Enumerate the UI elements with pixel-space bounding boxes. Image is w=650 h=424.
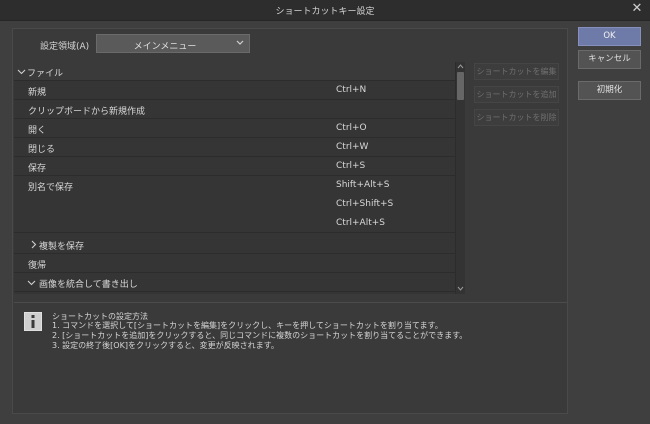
command-name: 別名で保存 <box>28 183 74 193</box>
shortcut-tree[interactable]: ファイル 新規 Ctrl+N クリップボードから新規作成 開く Ctrl+O 閉… <box>14 62 455 294</box>
tree-row[interactable]: 新規 Ctrl+N <box>14 81 455 100</box>
command-shortcut: Shift+Alt+S <box>336 180 390 190</box>
delete-shortcut-button[interactable]: ショートカットを削除 <box>474 109 559 126</box>
ok-button[interactable]: OK <box>578 27 641 46</box>
tree-row[interactable]: 別名で保存 Shift+Alt+S <box>14 176 455 195</box>
command-shortcut: Ctrl+W <box>336 142 369 152</box>
command-name: 複製を保存 <box>39 242 85 252</box>
tree-row[interactable]: Ctrl+Shift+S <box>14 195 455 214</box>
window-title: ショートカットキー設定 <box>275 7 375 17</box>
settings-area-select[interactable]: メインメニュー <box>96 34 250 53</box>
scroll-thumb[interactable] <box>457 72 464 100</box>
command-name: 開く <box>28 126 47 136</box>
reset-button[interactable]: 初期化 <box>578 81 641 100</box>
tree-row[interactable]: Ctrl+Alt+S <box>14 214 455 233</box>
edit-shortcut-button[interactable]: ショートカットを編集 <box>474 63 559 80</box>
command-shortcut: Ctrl+N <box>336 85 367 95</box>
tree-row[interactable]: 閉じる Ctrl+W <box>14 138 455 157</box>
tree-row[interactable]: 復帰 <box>14 254 455 273</box>
add-shortcut-button[interactable]: ショートカットを追加 <box>474 86 559 103</box>
settings-area-value: メインメニュー <box>133 42 197 52</box>
help-line: 3. 設定の終了後[OK]をクリックすると、変更が反映されます。 <box>52 341 279 350</box>
tree-scrollbar[interactable] <box>455 62 465 294</box>
chevron-down-icon[interactable] <box>17 66 26 77</box>
settings-area-label: 設定領域(A) <box>40 42 90 52</box>
command-shortcut: Ctrl+Shift+S <box>336 199 394 209</box>
command-shortcut: Ctrl+Alt+S <box>336 218 385 228</box>
chevron-down-icon <box>236 40 244 45</box>
command-name: 画像を統合して書き出し <box>39 280 138 290</box>
command-name: 新規 <box>28 88 47 98</box>
tree-category-file[interactable]: ファイル <box>14 62 455 81</box>
tree-row[interactable]: 開く Ctrl+O <box>14 119 455 138</box>
scroll-down-icon[interactable] <box>456 284 465 293</box>
chevron-down-icon[interactable] <box>27 277 36 288</box>
title-bar: ショートカットキー設定 ✕ <box>0 0 650 21</box>
category-label: ファイル <box>27 69 64 79</box>
command-name: 保存 <box>28 164 47 174</box>
command-shortcut: Ctrl+S <box>336 161 366 171</box>
command-shortcut: Ctrl+O <box>336 123 367 133</box>
cancel-button[interactable]: キャンセル <box>578 50 641 69</box>
tree-row[interactable]: クリップボードから新規作成 <box>14 100 455 119</box>
tree-row[interactable]: 画像を統合して書き出し <box>14 273 455 292</box>
command-name: 復帰 <box>28 261 47 271</box>
tree-row[interactable]: 複製を保存 <box>14 235 455 254</box>
scroll-up-icon[interactable] <box>456 62 465 71</box>
info-icon <box>24 312 42 331</box>
tree-row[interactable]: 保存 Ctrl+S <box>14 157 455 176</box>
command-name: 閉じる <box>28 145 56 155</box>
command-name: クリップボードから新規作成 <box>28 107 146 117</box>
chevron-right-icon[interactable] <box>29 239 38 250</box>
close-icon[interactable]: ✕ <box>630 1 644 17</box>
